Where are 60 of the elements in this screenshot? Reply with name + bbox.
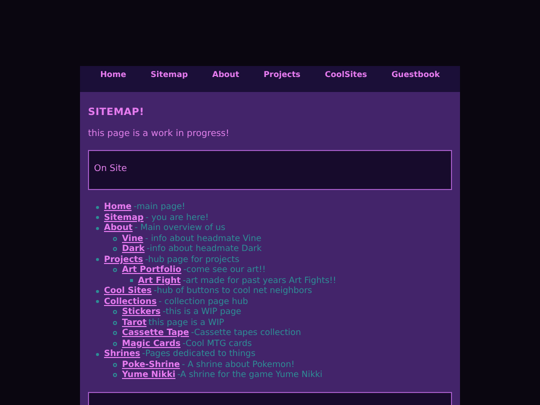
bullet-icon [96,258,99,262]
bullet-icon [113,362,117,367]
bullet-icon [113,342,117,346]
link-description: -this is a WIP page [162,307,242,318]
link-description: -A shrine for the game Yume Nikki [177,370,322,380]
bullet-icon [96,290,99,293]
link-description: -Cool MTG cards [182,338,252,349]
link-description: -Pages dedicated to things [142,349,256,360]
nav-link[interactable]: About [212,69,240,81]
link-description: -info about headmate Dark [146,244,262,254]
page-link[interactable]: Art Portfolio [122,265,182,276]
page-link[interactable]: Yume Nikki [122,370,176,380]
bullet-icon [113,331,117,336]
page-link[interactable]: Home [104,202,132,212]
bullet-icon [113,310,117,314]
nav-link[interactable]: CoolSites [324,69,368,81]
link-description: - info about headmate Vine [145,234,262,244]
bullet-icon [96,300,99,304]
nav-link[interactable]: Guestbook [391,69,440,81]
link-description: -art made for past years Art Fights!! [182,276,336,286]
bullet-icon [113,373,117,378]
nav-link[interactable]: Projects [264,69,300,81]
bullet-icon [96,352,99,356]
page-link[interactable]: Poke-Shrine [122,360,180,370]
link-description: -main page! [134,202,186,212]
bullet-icon [113,320,117,325]
page-link[interactable]: Cassette Tape [122,328,189,338]
page-link[interactable]: Tarot [122,318,147,328]
link-description: - Main overview of us [134,223,226,234]
page-link[interactable]: Shrines [104,349,140,360]
page-link[interactable]: Collections [104,296,157,307]
bullet-icon [113,236,117,241]
bullet-icon [96,226,99,230]
page-link[interactable]: About [104,223,133,234]
nav-link[interactable]: Home [100,69,126,81]
page-link[interactable]: Vine [122,234,144,244]
page-link[interactable]: Dark [122,244,145,254]
nav-link[interactable]: Sitemap [150,69,188,81]
page-link[interactable]: Sitemap [104,212,144,223]
bullet-icon [113,268,117,272]
page-link[interactable]: Art Fight [138,276,181,286]
link-description: -hub of buttons to cool net neighbors [154,286,312,296]
bullet-icon [130,279,133,282]
page-link[interactable]: Projects [104,254,144,265]
link-description: -come see our art!! [183,265,266,276]
link-description: -hub page for projects [145,254,240,265]
intro-text: this page is a work in progress! [88,128,230,140]
section-heading: On Site [94,163,127,176]
link-description: - you are here! [146,212,209,223]
link-description: this page is a WIP [148,318,224,328]
link-description: -Cassette tapes collection [191,328,301,338]
link-description: - collection page hub [158,296,248,307]
bullet-icon [113,247,117,252]
page-link[interactable]: Stickers [122,307,161,318]
page-title: SITEMAP! [88,106,146,120]
link-description: - A shrine about Pokemon! [182,360,295,370]
bullet-icon [96,216,99,220]
bullet-icon [96,206,99,209]
page-link[interactable]: Cool Sites [104,286,152,296]
page-link[interactable]: Magic Cards [122,338,180,349]
